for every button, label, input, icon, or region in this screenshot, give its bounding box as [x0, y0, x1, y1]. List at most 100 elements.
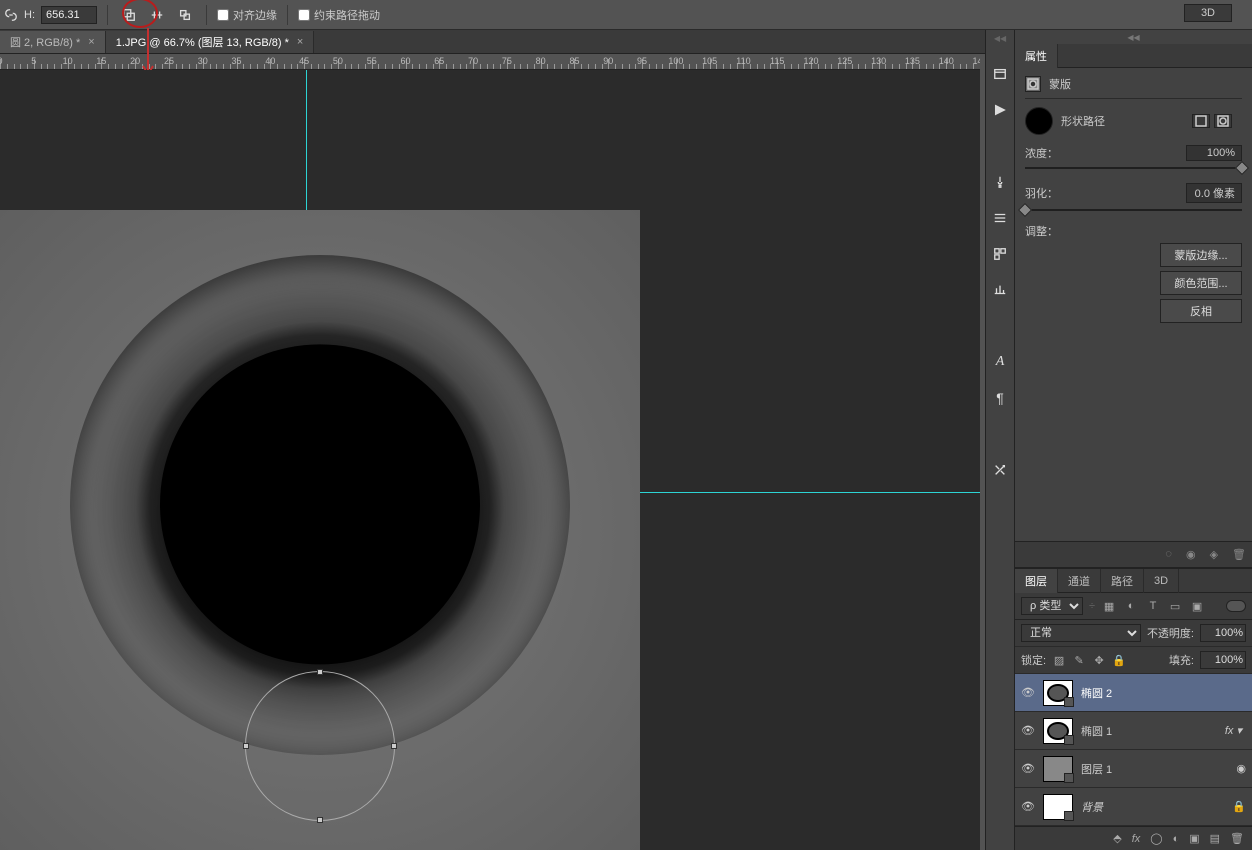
density-slider[interactable]	[1025, 163, 1242, 173]
3d-tab[interactable]: 3D	[1144, 569, 1179, 593]
brush-icon[interactable]	[990, 172, 1010, 192]
feather-value[interactable]: 0.0 像素	[1186, 183, 1242, 203]
paragraph-icon[interactable]: ¶	[990, 388, 1010, 408]
layer-thumbnail[interactable]	[1043, 718, 1073, 744]
properties-panel-head: 属性	[1015, 44, 1252, 68]
delete-mask-icon[interactable]: 🗑	[1232, 548, 1246, 561]
layer-mask-icon[interactable]: ◯	[1150, 832, 1162, 845]
new-layer-icon[interactable]: ▤	[1210, 832, 1220, 845]
close-icon[interactable]: ×	[297, 36, 303, 48]
visibility-eye-icon[interactable]: 👁	[1021, 724, 1035, 737]
lock-all-icon[interactable]: 🔒	[1112, 653, 1126, 667]
properties-panel: 蒙版 形状路径 浓度： 100% 羽化： 0.0 像素 调整： 蒙版边缘... …	[1015, 68, 1252, 335]
separator	[107, 5, 108, 25]
lock-position-icon[interactable]: ✥	[1092, 653, 1106, 667]
fill-input[interactable]	[1200, 651, 1246, 669]
layer-fx-icon[interactable]: fx	[1132, 833, 1141, 845]
layer-fx-badge[interactable]: fx ▾	[1225, 724, 1242, 737]
h-input[interactable]	[41, 6, 97, 24]
layer-thumbnail[interactable]	[1043, 756, 1073, 782]
opacity-input[interactable]	[1200, 624, 1246, 642]
3d-button[interactable]: 3D	[1184, 4, 1232, 22]
selection-circle[interactable]	[245, 671, 395, 821]
layers-comp-icon[interactable]	[990, 208, 1010, 228]
visibility-eye-icon[interactable]: 👁	[1021, 762, 1035, 775]
toggle-mask-icon[interactable]: ◉	[1186, 548, 1196, 561]
layers-panel: 图层 通道 路径 3D ρ 类型 ÷ ▦ ◐ T ▭ ▣ 正常 不透明度: 锁定…	[1015, 568, 1252, 850]
layers-tab[interactable]: 图层	[1015, 569, 1058, 593]
transform-handle[interactable]	[243, 743, 249, 749]
pixel-mask-button[interactable]	[1192, 114, 1210, 128]
canvas-area[interactable]	[0, 70, 980, 850]
select-mask-icon[interactable]: ◌	[1165, 548, 1172, 561]
feather-slider[interactable]	[1025, 205, 1242, 215]
filter-type-icon[interactable]: T	[1145, 598, 1161, 614]
layer-row[interactable]: 👁 图层 1 ◉	[1015, 750, 1252, 788]
filter-pixel-icon[interactable]: ▦	[1101, 598, 1117, 614]
link-indicator-icon: ◉	[1236, 762, 1246, 775]
link-wh-icon[interactable]	[4, 8, 18, 22]
filter-smart-icon[interactable]: ▣	[1189, 598, 1205, 614]
document-tab[interactable]: 圆 2, RGB/8) *×	[0, 31, 106, 53]
channels-tab[interactable]: 通道	[1058, 569, 1101, 593]
transform-handle[interactable]	[391, 743, 397, 749]
color-range-button[interactable]: 颜色范围...	[1160, 271, 1242, 295]
delete-layer-icon[interactable]: 🗑	[1230, 832, 1244, 845]
horizontal-ruler[interactable]: 0510152025303540455055606570758085909510…	[0, 54, 980, 70]
blend-mode-select[interactable]: 正常	[1021, 624, 1141, 642]
mask-thumbnail[interactable]	[1025, 107, 1053, 135]
layer-name[interactable]: 椭圆 2	[1081, 685, 1246, 701]
fill-label: 填充:	[1169, 652, 1194, 668]
panel-gripper[interactable]: ◀◀	[1015, 30, 1252, 44]
link-layers-icon[interactable]: ⬘	[1113, 832, 1121, 845]
lock-transparent-icon[interactable]: ▨	[1052, 653, 1066, 667]
layers-footer: ⬘ fx ◯ ◐ ▣ ▤ 🗑	[1015, 826, 1252, 850]
transform-handle[interactable]	[317, 669, 323, 675]
history-icon[interactable]	[990, 64, 1010, 84]
constrain-drag-checkbox[interactable]: 约束路径拖动	[298, 7, 380, 23]
shape-path-label: 形状路径	[1061, 113, 1105, 129]
adjustments-icon[interactable]	[990, 280, 1010, 300]
separator	[206, 5, 207, 25]
character-icon[interactable]: A	[990, 352, 1010, 372]
filter-shape-icon[interactable]: ▭	[1167, 598, 1183, 614]
layer-row[interactable]: 👁背景🔒	[1015, 788, 1252, 826]
layer-thumbnail[interactable]	[1043, 680, 1073, 706]
layer-row[interactable]: 👁 椭圆 1 fx ▾	[1015, 712, 1252, 750]
invert-button[interactable]: 反相	[1160, 299, 1242, 323]
layer-name[interactable]: 图层 1	[1081, 761, 1228, 777]
layer-thumbnail[interactable]	[1043, 794, 1073, 820]
paths-tab[interactable]: 路径	[1101, 569, 1144, 593]
properties-footer: ◌ ◉ ◈ 🗑	[1015, 541, 1252, 568]
vector-mask-button[interactable]	[1214, 114, 1232, 128]
tools-icon[interactable]	[990, 460, 1010, 480]
swatches-icon[interactable]	[990, 244, 1010, 264]
separator	[287, 5, 288, 25]
mask-edge-button[interactable]: 蒙版边缘...	[1160, 243, 1242, 267]
document-tab[interactable]: 1.JPG @ 66.7% (图层 13, RGB/8) *×	[106, 31, 315, 53]
mask-label: 蒙版	[1049, 76, 1071, 92]
path-combine-icon[interactable]	[118, 4, 140, 26]
actions-icon[interactable]	[990, 100, 1010, 120]
layer-name[interactable]: 椭圆 1	[1081, 723, 1217, 739]
density-value[interactable]: 100%	[1186, 145, 1242, 161]
lock-image-icon[interactable]: ✎	[1072, 653, 1086, 667]
layer-group-icon[interactable]: ▣	[1189, 832, 1199, 845]
lock-label: 锁定:	[1021, 652, 1046, 668]
properties-tab[interactable]: 属性	[1015, 44, 1058, 68]
document-canvas[interactable]	[0, 210, 640, 850]
visibility-eye-icon[interactable]: 👁	[1021, 686, 1035, 699]
transform-handle[interactable]	[317, 817, 323, 823]
layer-name[interactable]: 背景	[1081, 799, 1224, 815]
apply-mask-icon[interactable]: ◈	[1210, 548, 1218, 561]
filter-type-select[interactable]: ρ 类型	[1021, 597, 1083, 615]
path-arrange-icon[interactable]	[174, 4, 196, 26]
layer-row[interactable]: 👁 椭圆 2	[1015, 674, 1252, 712]
close-icon[interactable]: ×	[88, 36, 94, 48]
filter-adjust-icon[interactable]: ◐	[1123, 598, 1139, 614]
visibility-eye-icon[interactable]: 👁	[1021, 800, 1035, 813]
path-align-icon[interactable]	[146, 4, 168, 26]
filter-toggle[interactable]	[1226, 600, 1246, 612]
align-edges-checkbox[interactable]: 对齐边缘	[217, 7, 277, 23]
adjustment-layer-icon[interactable]: ◐	[1173, 833, 1180, 845]
